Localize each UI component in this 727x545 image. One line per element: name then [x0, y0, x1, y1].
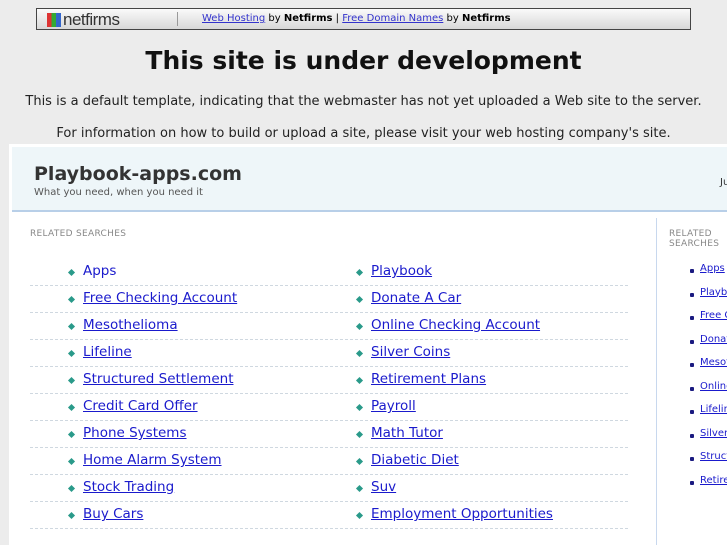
related-search-link[interactable]: Phone Systems	[83, 425, 187, 441]
related-search-link[interactable]: Diabetic Diet	[371, 452, 459, 468]
sidebar-search-link[interactable]: Mesothelioma	[689, 357, 727, 368]
related-search-link[interactable]: Employment Opportunities	[371, 506, 553, 522]
link-row: Free Checking Account Donate A Car	[30, 286, 628, 313]
sidebar-search-link[interactable]: Retirement Plans	[689, 475, 727, 486]
related-search-link[interactable]: Apps	[83, 263, 116, 279]
link-row: Home Alarm System Diabetic Diet	[30, 448, 628, 475]
divider	[177, 12, 178, 26]
related-search-link[interactable]: Lifeline	[83, 344, 132, 360]
sidebar-search-link[interactable]: Online Checking Account	[689, 381, 727, 392]
netfirms-logo[interactable]: netfirms	[47, 10, 120, 30]
link-row: Lifeline Silver Coins	[30, 340, 628, 367]
web-hosting-link[interactable]: Web Hosting	[202, 13, 265, 24]
related-search-link[interactable]: Silver Coins	[371, 344, 450, 360]
related-search-link[interactable]: Free Checking Account	[83, 290, 237, 306]
related-search-link[interactable]: Retirement Plans	[371, 371, 486, 387]
related-searches-label: RELATED SEARCHES	[30, 229, 127, 239]
parked-page-panel: Playbook-apps.com What you need, when yo…	[9, 144, 727, 545]
sidebar-search-link[interactable]: Playbook	[689, 287, 727, 298]
related-search-link[interactable]: Math Tutor	[371, 425, 443, 441]
sidebar-related-label: RELATED SEARCHES	[669, 229, 720, 249]
link-row: Mesothelioma Online Checking Account	[30, 313, 628, 340]
sidebar-search-link[interactable]: Free Checking Account	[689, 310, 727, 321]
sidebar-search-link[interactable]: Structured Settlement	[689, 451, 727, 462]
related-search-link[interactable]: Suv	[371, 479, 396, 495]
related-search-link[interactable]: Buy Cars	[83, 506, 143, 522]
netfirms-logo-icon	[47, 13, 61, 27]
link-row: Phone Systems Math Tutor	[30, 421, 628, 448]
sidebar-search-link[interactable]: Apps	[690, 263, 725, 274]
link-row: Buy Cars Employment Opportunities	[30, 502, 628, 529]
link-row: Apps Playbook	[30, 259, 628, 286]
info-text-2: For information on how to build or uploa…	[56, 126, 671, 141]
link-row: Credit Card Offer Payroll	[30, 394, 628, 421]
related-search-link[interactable]: Mesothelioma	[83, 317, 178, 333]
sidebar-related: RELATED SEARCHES Apps Playbook Free Checki…	[656, 218, 727, 545]
related-search-link[interactable]: Donate A Car	[371, 290, 461, 306]
link-row: Structured Settlement Retirement Plans	[30, 367, 628, 394]
banner-links: Web Hosting by Netfirms | Free Domain Na…	[202, 13, 511, 24]
related-search-link[interactable]: Online Checking Account	[371, 317, 540, 333]
netfirms-banner: netfirms Web Hosting by Netfirms | Free …	[36, 8, 691, 30]
related-search-link[interactable]: Payroll	[371, 398, 416, 414]
related-search-link[interactable]: Credit Card Offer	[83, 398, 198, 414]
related-search-link[interactable]: Playbook	[371, 263, 432, 279]
link-row: Stock Trading Suv	[30, 475, 628, 502]
header-right-text: Ju	[720, 177, 727, 188]
info-text-1: This is a default template, indicating t…	[25, 94, 702, 109]
sidebar-search-link[interactable]: Silver Coins	[690, 428, 727, 439]
site-tagline: What you need, when you need it	[34, 187, 203, 198]
page-title: This site is under development	[145, 46, 582, 75]
related-search-link[interactable]: Home Alarm System	[83, 452, 222, 468]
related-search-link[interactable]: Stock Trading	[83, 479, 174, 495]
sidebar-search-link[interactable]: Lifeline	[689, 404, 727, 415]
sidebar-search-link[interactable]: Donate A Car	[690, 334, 727, 345]
related-search-link[interactable]: Structured Settlement	[83, 371, 233, 387]
site-name: Playbook-apps.com	[34, 163, 242, 185]
free-domain-names-link[interactable]: Free Domain Names	[342, 13, 443, 24]
site-header: Playbook-apps.com What you need, when yo…	[12, 147, 727, 212]
